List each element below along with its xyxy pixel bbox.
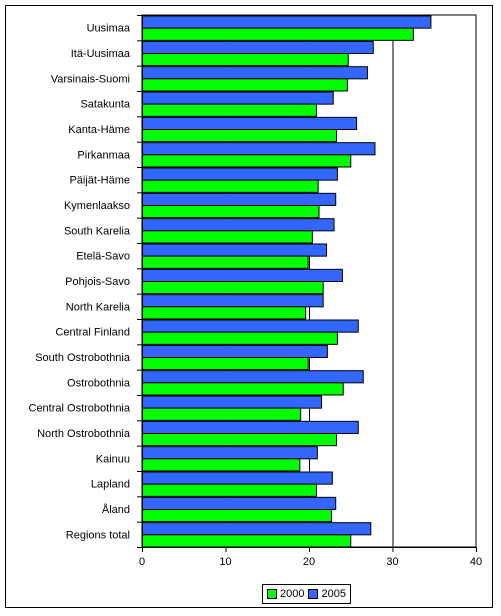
- category-label-9: Etelä-Savo: [76, 251, 130, 263]
- bar-2005-11: [141, 294, 324, 308]
- bar-2000-16: [141, 433, 338, 447]
- bar-2000-20: [141, 534, 352, 548]
- x-tick-label-40: 40: [470, 556, 482, 568]
- bar-2005-16: [141, 420, 359, 435]
- bar-2000-6: [141, 179, 319, 193]
- legend-item-2005: 2005: [308, 588, 346, 600]
- bar-2000-11: [141, 306, 307, 320]
- x-tick-label-10: 10: [219, 556, 231, 568]
- bar-2005-18: [141, 471, 333, 485]
- x-tick-label-0: 0: [139, 556, 145, 568]
- bar-2000-19: [141, 509, 333, 523]
- category-label-13: South Ostrobothnia: [35, 352, 131, 364]
- bar-2005-17: [141, 446, 318, 460]
- legend-label-2000: 2000: [280, 588, 305, 600]
- legend-item-2000: 2000: [267, 588, 304, 600]
- category-label-4: Kanta-Häme: [68, 124, 130, 136]
- bar-2000-7: [141, 205, 320, 219]
- category-label-7: Kymenlaakso: [64, 200, 130, 212]
- bar-2005-13: [141, 344, 328, 359]
- category-label-2: Varsinais-Suomi: [51, 73, 130, 85]
- bar-2005-5: [141, 142, 376, 156]
- category-label-3: Satakunta: [80, 99, 130, 111]
- legend-swatch-2005: [308, 589, 319, 599]
- bar-2000-13: [141, 357, 309, 371]
- bar-2000-9: [141, 255, 309, 269]
- category-label-17: Kainuu: [96, 453, 130, 465]
- legend-swatch-2000: [267, 589, 277, 599]
- bar-2000-2: [141, 78, 348, 92]
- x-tick-label-30: 30: [386, 556, 398, 568]
- legend: 2000 2005: [262, 584, 351, 604]
- bar-2000-18: [141, 483, 318, 497]
- bar-2005-15: [141, 395, 323, 409]
- category-label-11: North Karelia: [66, 301, 131, 313]
- bar-2000-15: [141, 407, 302, 421]
- bar-2000-10: [141, 281, 324, 295]
- bar-2000-4: [141, 129, 338, 143]
- x-tick-label-20: 20: [303, 556, 315, 568]
- bar-2000-17: [141, 458, 301, 472]
- bar-2000-14: [141, 382, 344, 396]
- category-label-10: Pohjois-Savo: [65, 276, 130, 288]
- category-label-12: Central Finland: [55, 327, 130, 339]
- category-label-15: Central Ostrobothnia: [29, 403, 131, 415]
- category-label-14: Ostrobothnia: [67, 377, 131, 389]
- bar-2005-1: [141, 40, 374, 54]
- bar-2005-10: [141, 268, 343, 283]
- category-label-6: Päijät-Häme: [69, 175, 130, 187]
- bar-2005-2: [141, 66, 368, 80]
- bar-chart: Uusimaa Itä-Uusimaa Varsinais-Suomi Satakun…: [29, 14, 482, 568]
- bar-2000-0: [141, 27, 414, 41]
- bar-2000-12: [141, 331, 338, 345]
- bar-2005-14: [141, 370, 364, 384]
- category-label-20: Regions total: [66, 529, 130, 541]
- category-label-8: South Karelia: [64, 225, 131, 237]
- bar-2005-8: [141, 218, 335, 232]
- bar-2005-20: [141, 522, 372, 536]
- category-label-16: North Ostrobothnia: [37, 428, 131, 440]
- bar-2000-3: [141, 103, 318, 117]
- bar-2005-7: [141, 192, 337, 206]
- bar-2000-1: [141, 53, 349, 67]
- bar-2005-19: [141, 496, 337, 511]
- bar-2005-4: [141, 116, 358, 131]
- bar-2000-8: [141, 230, 313, 244]
- bar-2005-6: [141, 167, 338, 181]
- bar-2005-0: [141, 15, 432, 29]
- legend-label-2005: 2005: [321, 588, 346, 600]
- bar-2005-12: [141, 319, 359, 333]
- category-label-18: Lapland: [91, 479, 130, 491]
- bar-2005-3: [141, 91, 334, 105]
- bar-2005-9: [141, 243, 328, 257]
- bar-2000-5: [141, 154, 352, 168]
- category-label-5: Pirkanmaa: [77, 149, 130, 161]
- category-label-0: Uusimaa: [87, 23, 131, 35]
- category-label-1: Itä-Uusimaa: [71, 48, 131, 60]
- category-label-19: Åland: [102, 503, 130, 516]
